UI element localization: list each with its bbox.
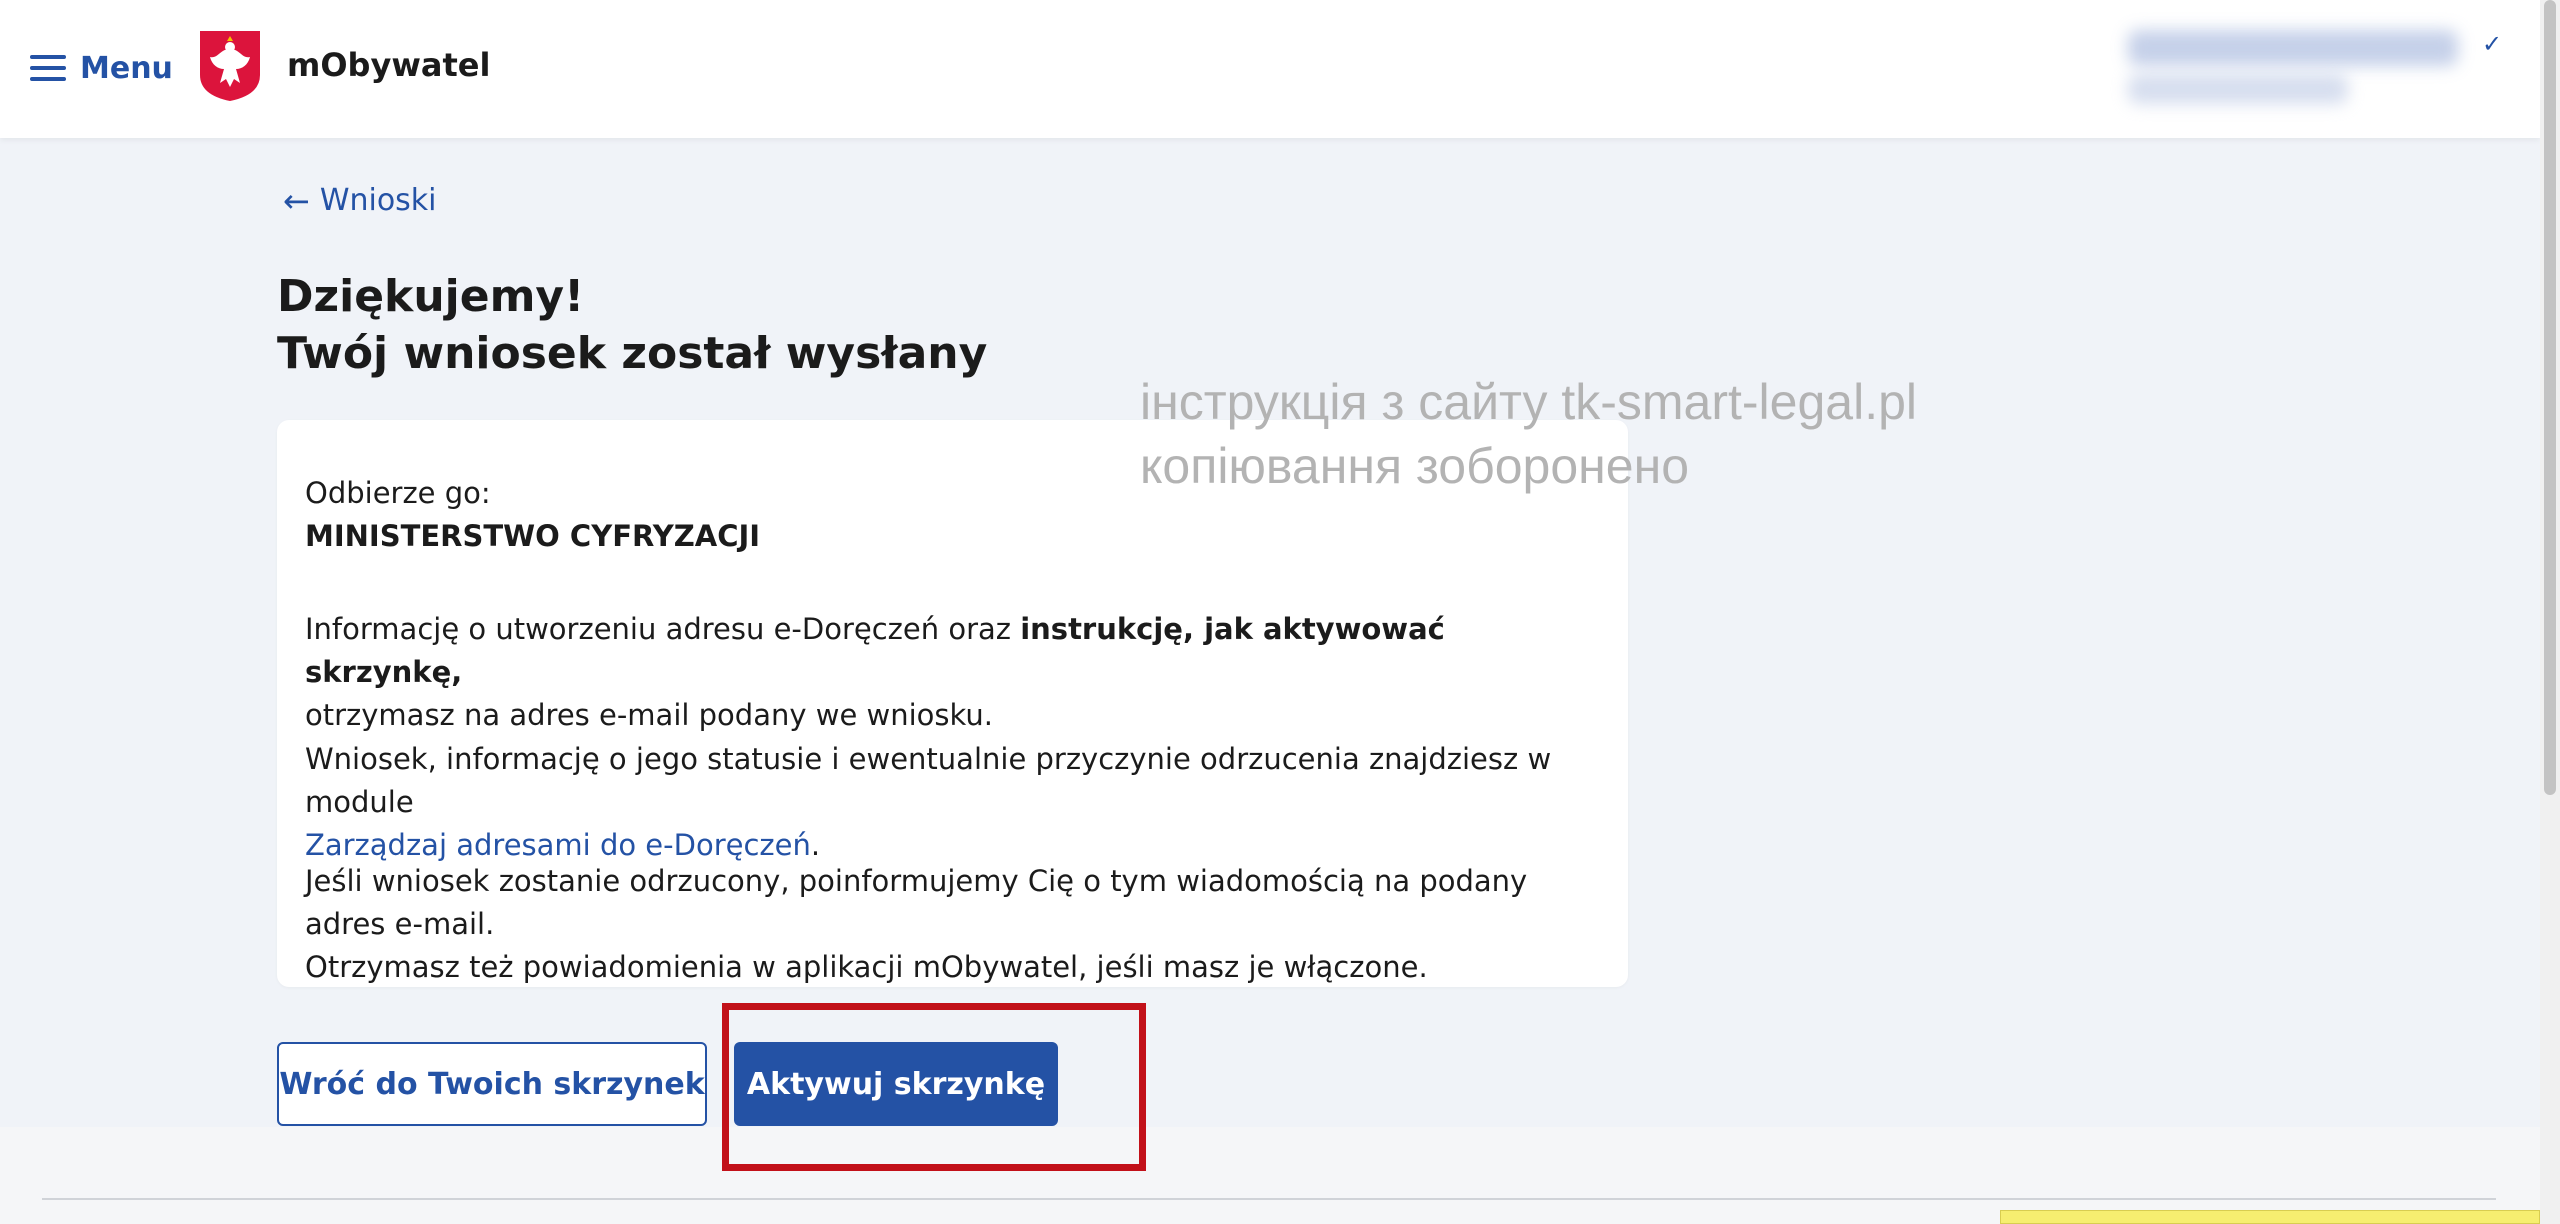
scrollbar-thumb[interactable] [2544,0,2556,795]
email-info-text-2: otrzymasz na adres e-mail podany we wnio… [305,698,994,732]
rejection-text-1: Jeśli wniosek zostanie odrzucony, poinfo… [305,864,1528,941]
rejection-paragraph: Jeśli wniosek zostanie odrzucony, poinfo… [305,860,1605,989]
recipient-label: Odbierze go: [305,476,491,510]
email-info-paragraph: Informację o utworzeniu adresu e-Doręcze… [305,608,1605,737]
watermark-line-1: інструкція з сайту tk-smart-legal.pl [1140,374,1918,430]
notification-bar [2000,1210,2540,1224]
recipient-name: MINISTERSTWO CYFRYZACJI [305,519,761,553]
watermark: інструкція з сайту tk-smart-legal.pl коп… [1140,370,1917,498]
top-header: Menu mObywatel ✓ [0,0,2540,138]
confirmation-card: Odbierze go: MINISTERSTWO CYFRYZACJI Inf… [277,420,1628,987]
footer-divider [42,1198,2496,1200]
back-to-inboxes-button[interactable]: Wróć do Twoich skrzynek [277,1042,707,1126]
menu-button[interactable]: Menu [30,46,173,90]
title-line-thanks: Dziękujemy! [277,271,585,322]
user-account-blurred[interactable] [2128,30,2458,110]
menu-label: Menu [80,50,173,86]
rejection-text-2: Otrzymasz też powiadomienia w aplikacji … [305,950,1428,984]
check-icon: ✓ [2482,30,2503,58]
back-link-label: Wnioski [319,183,437,218]
arrow-left-icon: ← [283,181,310,220]
status-text: Wniosek, informację o jego statusie i ew… [305,742,1552,819]
polish-eagle-emblem-icon [200,31,260,101]
email-info-text: Informację o utworzeniu adresu e-Doręcze… [305,612,1021,646]
hamburger-icon [30,55,66,81]
app-name: mObywatel [287,46,491,84]
manage-addresses-link[interactable]: Zarządzaj adresami do e-Doręczeń [305,828,811,862]
status-paragraph: Wniosek, informację o jego statusie i ew… [305,738,1605,867]
page-scrollbar[interactable] [2540,0,2560,1224]
status-end: . [810,828,821,862]
back-link-wnioski[interactable]: ← Wnioski [283,183,437,218]
page-title: Dziękujemy! Twój wniosek został wysłany [277,268,987,382]
title-line-sent: Twój wniosek został wysłany [277,328,988,379]
watermark-line-2: копіювання зоборонено [1140,438,1689,494]
annotation-highlight-box [722,1003,1146,1171]
